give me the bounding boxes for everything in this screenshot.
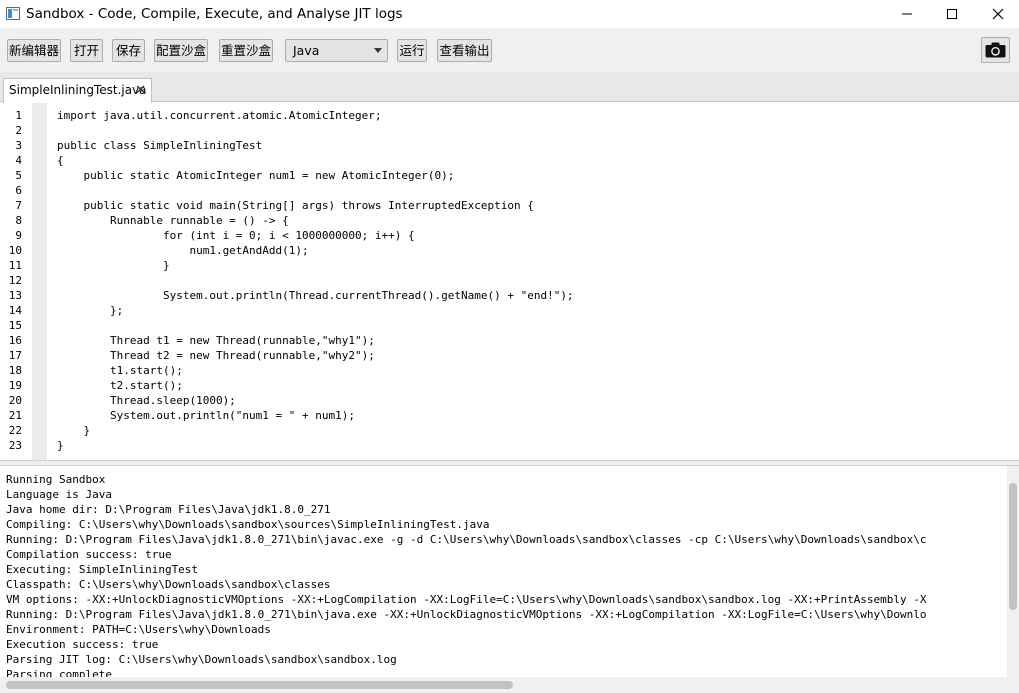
fold-margin xyxy=(32,103,47,460)
save-button[interactable]: 保存 xyxy=(112,39,145,62)
code-line: Thread t2 = new Thread(runnable,"why2"); xyxy=(57,349,375,362)
line-number: 19 xyxy=(8,379,22,392)
chevron-down-icon xyxy=(374,48,382,53)
code-line: } xyxy=(57,259,170,272)
console-line: Running: D:\Program Files\Java\jdk1.8.0_… xyxy=(6,533,927,546)
reset-sandbox-button[interactable]: 重置沙盒 xyxy=(219,39,273,62)
open-button[interactable]: 打开 xyxy=(70,39,103,62)
code-line: { xyxy=(57,154,64,167)
code-line: } xyxy=(57,439,64,452)
line-number: 9 xyxy=(15,229,22,242)
code-line: public static AtomicInteger num1 = new A… xyxy=(57,169,455,182)
line-number: 3 xyxy=(15,139,22,152)
line-number: 16 xyxy=(8,334,22,347)
maximize-button[interactable] xyxy=(929,0,975,28)
console-line: VM options: -XX:+UnlockDiagnosticVMOptio… xyxy=(6,593,927,606)
line-number: 5 xyxy=(15,169,22,182)
console-line: Compilation success: true xyxy=(6,548,172,561)
line-number: 11 xyxy=(8,259,22,272)
language-select-value: Java xyxy=(293,43,320,58)
code-line: System.out.println("num1 = " + num1); xyxy=(57,409,356,422)
close-icon xyxy=(992,8,1004,20)
console-line: Environment: PATH=C:\Users\why\Downloads xyxy=(6,623,271,636)
console-line: Running Sandbox xyxy=(6,473,106,486)
console-line: Classpath: C:\Users\why\Downloads\sandbo… xyxy=(6,578,331,591)
line-number: 4 xyxy=(15,154,22,167)
run-button[interactable]: 运行 xyxy=(397,39,427,62)
code-line: Thread t1 = new Thread(runnable,"why1"); xyxy=(57,334,375,347)
console-line: Parsing JIT log: C:\Users\why\Downloads\… xyxy=(6,653,397,666)
console-line: Language is Java xyxy=(6,488,112,501)
title-bar: Sandbox - Code, Compile, Execute, and An… xyxy=(0,0,1019,28)
console-line: Running: D:\Program Files\Java\jdk1.8.0_… xyxy=(6,608,927,621)
line-number: 21 xyxy=(8,409,22,422)
window-title: Sandbox - Code, Compile, Execute, and An… xyxy=(26,6,403,22)
line-number: 14 xyxy=(8,304,22,317)
line-number: 17 xyxy=(8,349,22,362)
line-number: 7 xyxy=(15,199,22,212)
view-output-button[interactable]: 查看输出 xyxy=(437,39,492,62)
console-line: Executing: SimpleInliningTest xyxy=(6,563,199,576)
screenshot-button[interactable] xyxy=(981,37,1010,63)
console-horizontal-scroll-thumb[interactable] xyxy=(6,681,513,689)
line-number: 2 xyxy=(15,124,22,137)
minimize-icon xyxy=(902,13,912,15)
console-output[interactable]: Running Sandbox Language is Java Java ho… xyxy=(0,466,1007,677)
console-line: Compiling: C:\Users\why\Downloads\sandbo… xyxy=(6,518,490,531)
camera-icon xyxy=(985,42,1006,58)
line-number: 1 xyxy=(15,109,22,122)
line-number: 13 xyxy=(8,289,22,302)
console-line: Parsing complete xyxy=(6,668,112,677)
code-line: public class SimpleInliningTest xyxy=(57,139,263,152)
line-number: 6 xyxy=(15,184,22,197)
console-vertical-scrollbar[interactable] xyxy=(1007,466,1019,677)
app-icon xyxy=(6,7,20,20)
code-line: System.out.println(Thread.currentThread(… xyxy=(57,289,574,302)
editor-tab-strip: SimpleInliningTest.java ✕ xyxy=(0,72,1019,103)
line-number: 20 xyxy=(8,394,22,407)
line-number: 22 xyxy=(8,424,22,437)
line-number: 10 xyxy=(8,244,22,257)
code-line: t1.start(); xyxy=(57,364,183,377)
line-number-gutter: 1 2 3 4 5 6 7 8 9 10 11 12 13 14 15 16 1… xyxy=(0,103,32,460)
code-line: import java.util.concurrent.atomic.Atomi… xyxy=(57,109,382,122)
console-horizontal-scrollbar[interactable] xyxy=(0,677,1019,693)
tab-label: SimpleInliningTest.java xyxy=(9,83,147,97)
code-line: for (int i = 0; i < 1000000000; i++) { xyxy=(57,229,415,242)
console-line: Execution success: true xyxy=(6,638,159,651)
console-vertical-scroll-thumb[interactable] xyxy=(1009,483,1017,610)
line-number: 8 xyxy=(15,214,22,227)
code-line: } xyxy=(57,424,91,437)
code-line: t2.start(); xyxy=(57,379,183,392)
close-window-button[interactable] xyxy=(975,0,1019,28)
code-line: num1.getAndAdd(1); xyxy=(57,244,309,257)
tab-close-icon[interactable]: ✕ xyxy=(135,79,146,102)
toolbar: 新编辑器 打开 保存 配置沙盒 重置沙盒 Java 运行 查看输出 xyxy=(0,28,1019,72)
code-line: Thread.sleep(1000); xyxy=(57,394,236,407)
line-number: 15 xyxy=(8,319,22,332)
line-number: 18 xyxy=(8,364,22,377)
language-select[interactable]: Java xyxy=(285,39,388,62)
tab-simpleinliningtest[interactable]: SimpleInliningTest.java ✕ xyxy=(3,78,152,103)
code-line: public static void main(String[] args) t… xyxy=(57,199,534,212)
minimize-button[interactable] xyxy=(884,0,930,28)
console-line: Java home dir: D:\Program Files\Java\jdk… xyxy=(6,503,331,516)
new-editor-button[interactable]: 新编辑器 xyxy=(7,39,61,62)
code-line: Runnable runnable = () -> { xyxy=(57,214,289,227)
maximize-icon xyxy=(947,9,957,19)
code-line: }; xyxy=(57,304,124,317)
line-number: 12 xyxy=(8,274,22,287)
code-editor[interactable]: 1 2 3 4 5 6 7 8 9 10 11 12 13 14 15 16 1… xyxy=(0,103,1019,460)
configure-sandbox-button[interactable]: 配置沙盒 xyxy=(154,39,208,62)
line-number: 23 xyxy=(8,439,22,452)
